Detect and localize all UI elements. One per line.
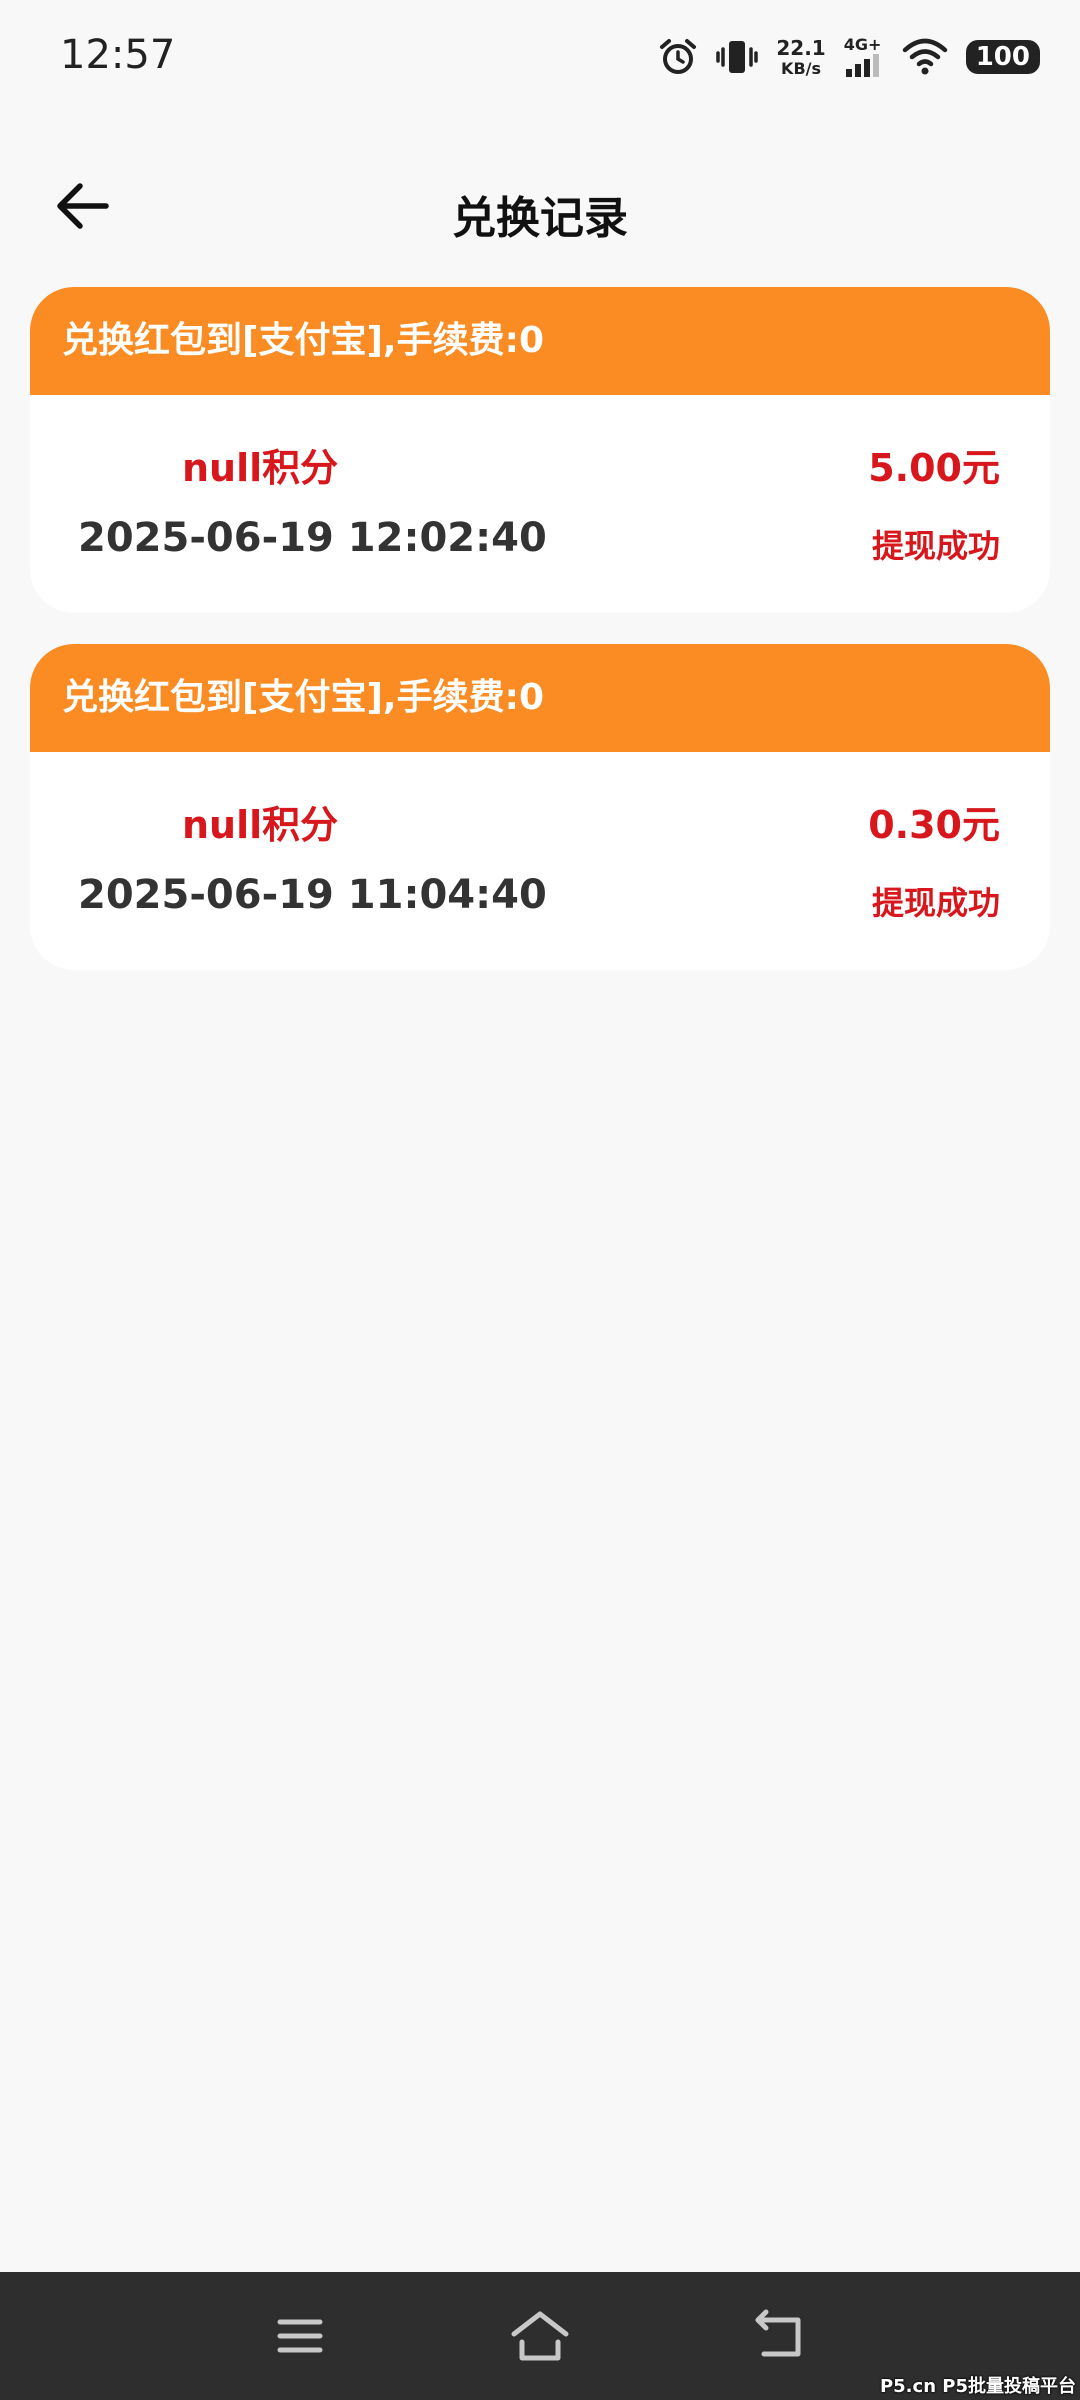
home-icon (511, 2311, 569, 2361)
record-amount: 0.30元 (868, 803, 1000, 847)
battery-icon: 100 (965, 40, 1040, 74)
record-amount: 5.00元 (868, 446, 1000, 490)
record-card[interactable]: 兑换红包到[支付宝],手续费:0 null积分 0.30元 2025-06-19… (30, 644, 1050, 970)
net-speed-unit: KB/s (781, 58, 822, 78)
record-datetime: 2025-06-19 11:04:40 (78, 872, 547, 918)
record-points: null积分 (182, 803, 339, 847)
record-points: null积分 (182, 446, 339, 490)
record-header: 兑换红包到[支付宝],手续费:0 (30, 644, 1050, 752)
signal-icon: 4G+ (844, 37, 884, 77)
home-button[interactable] (510, 2308, 570, 2364)
record-body: null积分 5.00元 2025-06-19 12:02:40 提现成功 (30, 395, 1050, 613)
record-status: 提现成功 (871, 527, 1000, 565)
net-speed-value: 22.1 (776, 35, 826, 60)
wifi-icon (902, 38, 948, 76)
system-nav-bar: P5.cn P5批量投稿平台 (0, 2272, 1080, 2400)
record-body: null积分 0.30元 2025-06-19 11:04:40 提现成功 (30, 752, 1050, 970)
network-type: 4G+ (843, 35, 882, 54)
back-nav-button[interactable] (750, 2308, 810, 2364)
back-icon (755, 2309, 801, 2357)
alarm-icon (658, 37, 698, 77)
status-icons: 22.1 KB/s 4G+ 100 (658, 32, 1040, 82)
vibrate-icon (716, 37, 759, 77)
status-time: 12:57 (60, 32, 176, 78)
status-bar: 12:57 22.1 KB/s 4G+ 100 (0, 0, 1080, 110)
menu-button[interactable] (270, 2308, 330, 2364)
menu-icon (277, 2319, 323, 2353)
record-status: 提现成功 (871, 884, 1000, 922)
net-speed: 22.1 KB/s (776, 38, 825, 77)
record-header: 兑换红包到[支付宝],手续费:0 (30, 287, 1050, 395)
watermark: P5.cn P5批量投稿平台 (879, 2376, 1076, 2397)
record-card[interactable]: 兑换红包到[支付宝],手续费:0 null积分 5.00元 2025-06-19… (30, 287, 1050, 613)
app-bar: 兑换记录 (0, 160, 1080, 250)
page-title: 兑换记录 (452, 193, 628, 244)
record-datetime: 2025-06-19 12:02:40 (78, 515, 547, 561)
